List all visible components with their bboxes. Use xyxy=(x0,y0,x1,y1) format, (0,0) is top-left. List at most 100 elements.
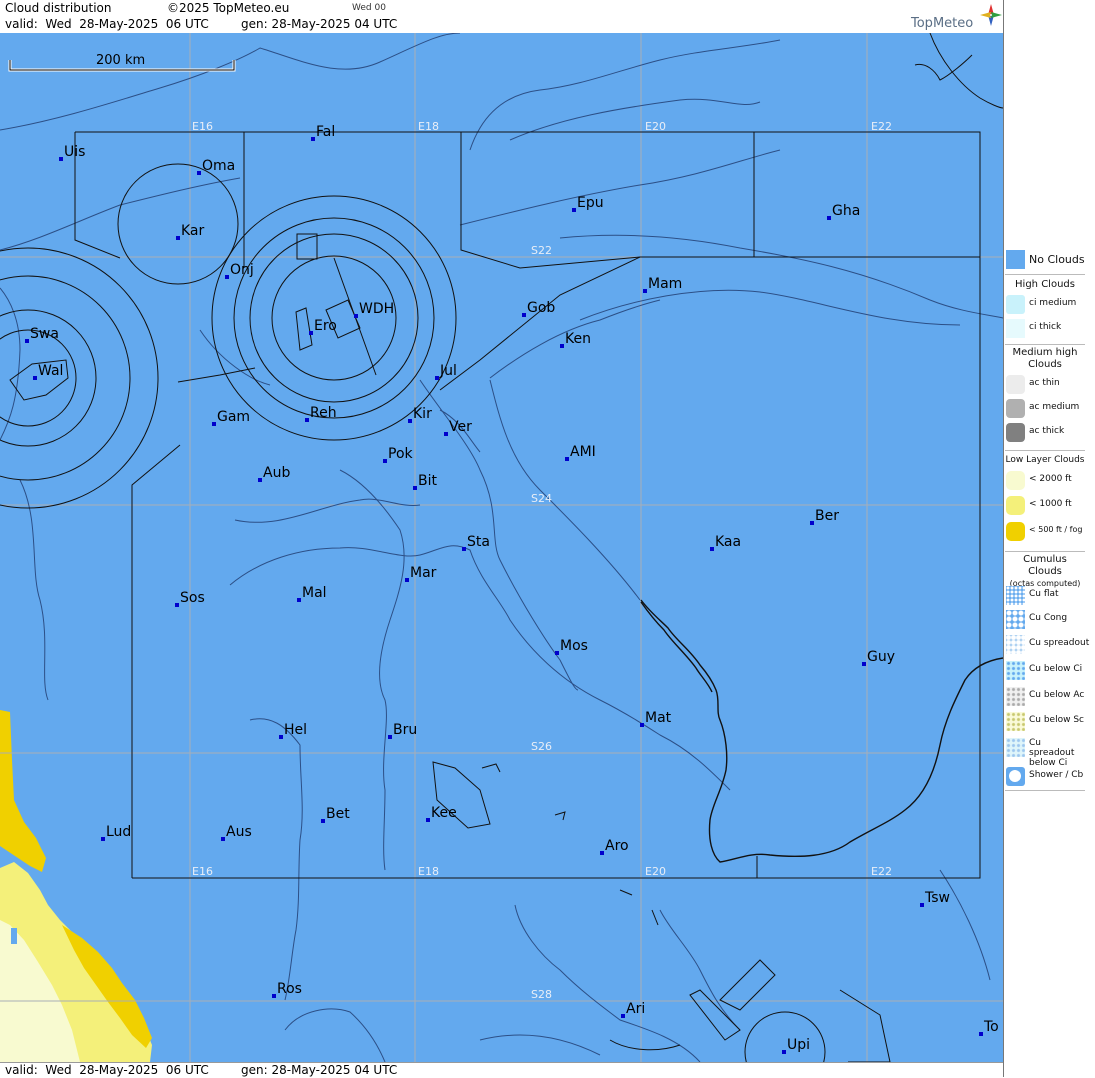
city-marker xyxy=(827,216,831,220)
city-label: Gam xyxy=(217,409,250,425)
scale-bar: 200 km xyxy=(8,52,236,72)
city-aus: Aus xyxy=(221,824,252,841)
city-mal: Mal xyxy=(297,585,327,602)
legend-label: Shower / Cb xyxy=(1029,770,1084,780)
ac-thick-swatch xyxy=(1006,423,1025,442)
city-label: Bet xyxy=(326,806,350,822)
city-jul: Jul xyxy=(435,363,457,380)
city-label: Tsw xyxy=(924,890,950,906)
scale-label: 200 km xyxy=(96,53,145,68)
legend-ac-thin: ac thin xyxy=(1005,374,1085,396)
city-marker xyxy=(522,313,526,317)
legend-cu-below-sc: Cu below Sc xyxy=(1005,711,1085,733)
city-sos: Sos xyxy=(175,590,205,607)
city-marker xyxy=(309,331,313,335)
city-label: Onj xyxy=(230,262,254,278)
legend-label: Cu spreadout xyxy=(1029,638,1090,648)
city-marker xyxy=(197,171,201,175)
city-marker xyxy=(426,818,430,822)
city-marker xyxy=(272,994,276,998)
city-label: Jul xyxy=(439,363,457,379)
legend-panel: No Clouds High Clouds ci medium ci thick… xyxy=(1003,0,1095,1077)
legend-label: ci medium xyxy=(1029,298,1077,308)
city-bit: Bit xyxy=(413,473,437,490)
city-label: Uis xyxy=(64,144,85,160)
city-ros: Ros xyxy=(272,981,302,998)
city-marker xyxy=(212,422,216,426)
fog-swatch xyxy=(1006,522,1025,541)
generated-time: gen: 28-May-2025 04 UTC xyxy=(241,17,398,31)
terrain-contours xyxy=(0,33,1003,1062)
city-label: Kaa xyxy=(715,534,741,550)
city-marker xyxy=(25,339,29,343)
legend-label: Cu flat xyxy=(1029,589,1059,599)
legend-no-clouds: No Clouds xyxy=(1005,249,1085,271)
city-label: Wal xyxy=(38,363,63,379)
grid-label-e16-top: E16 xyxy=(192,120,213,133)
city-marker xyxy=(33,376,37,380)
grid-label-s24: S24 xyxy=(531,492,552,505)
grid-label-e18-bottom: E18 xyxy=(418,865,439,878)
city-label: Pok xyxy=(388,446,414,462)
grid-label-s22: S22 xyxy=(531,244,552,257)
city-label: Aub xyxy=(263,465,290,481)
cu-flat-swatch xyxy=(1006,586,1025,605)
ci-medium-swatch xyxy=(1006,295,1025,314)
city-mar: Mar xyxy=(405,565,437,582)
city-label: Sos xyxy=(180,590,205,606)
city-marker xyxy=(321,819,325,823)
city-ero: Ero xyxy=(309,318,337,335)
city-marker xyxy=(600,851,604,855)
city-label: Guy xyxy=(867,649,895,665)
no-clouds-swatch xyxy=(1006,250,1025,269)
city-label: Upi xyxy=(787,1037,810,1053)
legend-ci-medium: ci medium xyxy=(1005,294,1085,316)
city-label: Fal xyxy=(316,124,335,140)
city-marker xyxy=(311,137,315,141)
city-sta: Sta xyxy=(462,534,490,551)
legend-label: ac medium xyxy=(1029,402,1080,412)
legend-label: No Clouds xyxy=(1029,253,1085,266)
city-hel: Hel xyxy=(279,722,307,739)
city-markers: Uis Fal Oma Kar Epu Gha Onj Mam Swa WDH Gob Ero Ken W… xyxy=(25,124,999,1054)
city-label: Oma xyxy=(202,158,235,174)
city-label: AMI xyxy=(570,444,596,460)
city-lud: Lud xyxy=(101,824,131,841)
city-kir: Kir xyxy=(408,406,432,423)
city-marker xyxy=(279,735,283,739)
legend-label: Cu below Sc xyxy=(1029,715,1084,725)
header-bar: Cloud distribution ©2025 TopMeteo.eu Wed… xyxy=(0,0,1003,34)
city-marker xyxy=(297,598,301,602)
city-marker xyxy=(101,837,105,841)
city-ami: AMI xyxy=(565,444,596,461)
city-ken: Ken xyxy=(560,331,591,348)
legend-divider xyxy=(1005,790,1085,791)
city-marker xyxy=(305,418,309,422)
city-kee: Kee xyxy=(426,805,457,822)
city-label: Mos xyxy=(560,638,588,654)
city-marker xyxy=(621,1014,625,1018)
city-mos: Mos xyxy=(555,638,588,655)
footer-generated-time: gen: 28-May-2025 04 UTC xyxy=(241,1063,398,1077)
grid-label-e22-top: E22 xyxy=(871,120,892,133)
cu-below-ci-swatch xyxy=(1006,661,1025,680)
medium-title-line1: Medium high xyxy=(1012,347,1078,358)
legend-label: Cu Cong xyxy=(1029,613,1068,623)
map-canvas[interactable]: E16 E18 E20 E22 E16 E18 E20 E22 S22 S24 … xyxy=(0,33,1003,1062)
city-aub: Aub xyxy=(258,465,290,482)
low-cloud-area xyxy=(0,710,152,1062)
legend-cu-below-ci: Cu below Ci xyxy=(1005,660,1085,682)
legend-cumulus-title: Cumulus Clouds (octas computed) xyxy=(1005,551,1085,588)
city-marker xyxy=(920,903,924,907)
legend-label: ac thin xyxy=(1029,378,1060,388)
city-guy: Guy xyxy=(862,649,895,666)
city-label: Gha xyxy=(832,203,860,219)
grid-label-e20-top: E20 xyxy=(645,120,666,133)
city-label: Bru xyxy=(393,722,417,738)
legend-ac-medium: ac medium xyxy=(1005,398,1085,420)
cloud-map[interactable]: E16 E18 E20 E22 E16 E18 E20 E22 S22 S24 … xyxy=(0,33,1003,1062)
city-tsw: Tsw xyxy=(920,890,950,907)
city-label: Ber xyxy=(815,508,839,524)
city-ari: Ari xyxy=(621,1001,645,1018)
grid-label-e22-bottom: E22 xyxy=(871,865,892,878)
